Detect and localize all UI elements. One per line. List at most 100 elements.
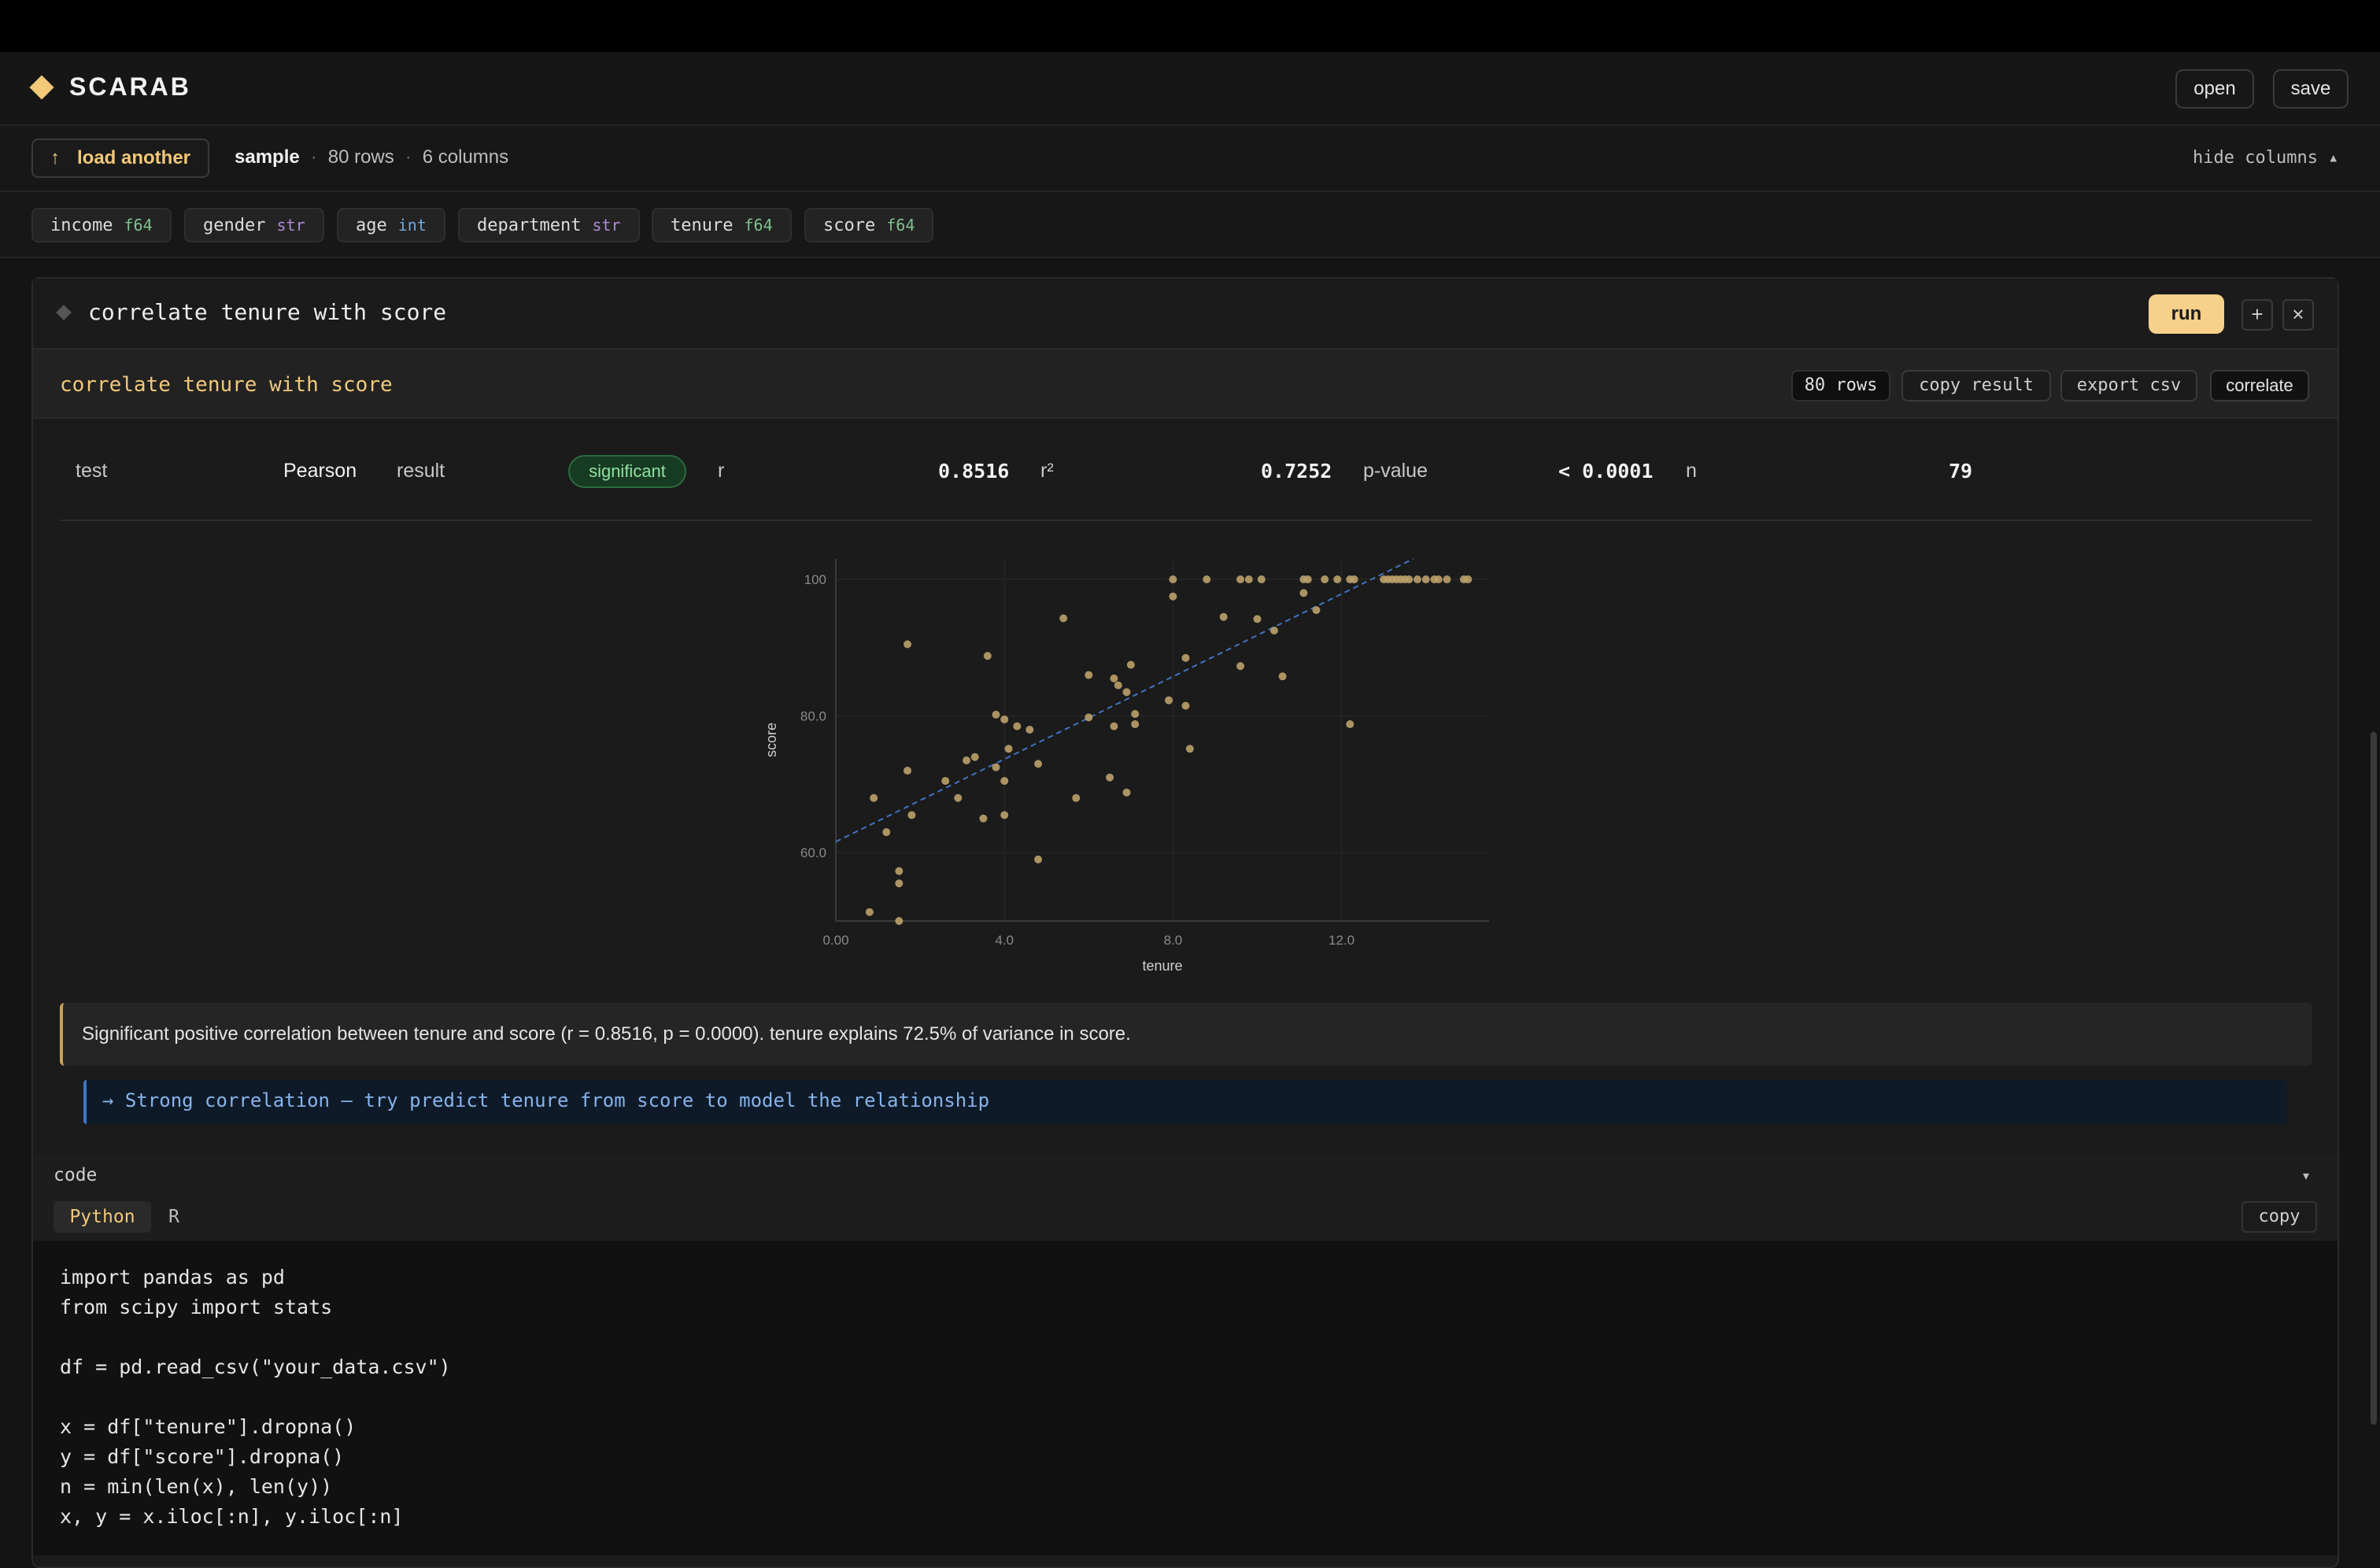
column-chip-age[interactable]: age int <box>337 208 445 242</box>
scatter-point <box>1085 671 1093 679</box>
column-chip-score[interactable]: score f64 <box>804 208 934 242</box>
scatter-point <box>1131 720 1140 729</box>
column-type: str <box>276 216 305 235</box>
y-axis-label: score <box>763 723 779 757</box>
scatter-point <box>904 767 912 775</box>
stat-r2-value: 0.7252 <box>1261 460 1332 483</box>
stat-n-label: n <box>1686 460 1697 482</box>
tab-python[interactable]: Python <box>54 1201 151 1233</box>
dataset-columns: 6 columns <box>422 146 509 168</box>
scatter-point <box>1405 575 1414 584</box>
export-csv-button[interactable]: export csv <box>2060 370 2197 401</box>
x-tick-label: 4.0 <box>995 933 1014 948</box>
divider <box>60 520 2312 521</box>
scatter-point <box>1034 760 1043 768</box>
scatter-point <box>1122 688 1131 697</box>
scatter-point <box>1321 575 1329 584</box>
scatter-point <box>992 710 1000 719</box>
scatter-point <box>1413 575 1421 584</box>
suggestion-text[interactable]: → Strong correlation — try predict tenur… <box>102 1089 989 1111</box>
close-cell-icon[interactable]: × <box>2282 299 2314 331</box>
separator: · <box>405 146 412 168</box>
code-toggle-label[interactable]: code <box>54 1165 97 1185</box>
scatter-point <box>963 756 970 765</box>
scatter-point <box>1312 606 1321 615</box>
scatter-point <box>992 763 1000 771</box>
dataset-info: sample · 80 rows · 6 columns <box>235 146 508 168</box>
cell-query-input[interactable]: correlate tenure with score <box>88 299 446 325</box>
scatter-point <box>1131 710 1140 719</box>
scatter-point <box>1034 855 1043 864</box>
scatter-point <box>870 793 878 802</box>
copy-result-button[interactable]: copy result <box>1901 370 2051 401</box>
x-tick-labels: 0.00 4.0 8.0 12.0 <box>822 933 1354 948</box>
column-name: age <box>356 216 387 235</box>
column-type: str <box>592 216 621 235</box>
method-badge: correlate <box>2210 370 2309 401</box>
code-text: import pandas as pd from scipy import st… <box>60 1266 451 1528</box>
stat-pvalue-value: < 0.0001 <box>1558 460 1654 483</box>
scatter-point <box>895 879 904 888</box>
scatter-point <box>1110 674 1118 682</box>
stat-r-label: r <box>718 460 725 482</box>
column-chip-department[interactable]: department str <box>458 208 640 242</box>
scatter-point <box>1013 722 1022 730</box>
scatter-point <box>1114 681 1122 690</box>
scrollbar[interactable] <box>2371 732 2377 1425</box>
stat-test-value: Pearson <box>283 460 357 482</box>
chevron-down-icon[interactable]: ▾ <box>2303 1168 2309 1184</box>
scatter-points <box>865 575 1473 925</box>
top-bar <box>0 0 2380 52</box>
scatter-point <box>1253 615 1262 623</box>
scatter-point <box>1072 793 1081 802</box>
copy-code-button[interactable]: copy <box>2241 1201 2317 1233</box>
scatter-point <box>882 828 891 837</box>
scatter-point <box>1464 575 1473 584</box>
scatter-point <box>1169 575 1177 584</box>
scatter-point <box>1169 592 1177 601</box>
scatter-point <box>1236 575 1245 584</box>
scatter-point <box>1278 672 1287 681</box>
result-title: correlate tenure with score <box>60 373 393 397</box>
column-type: int <box>397 216 427 235</box>
x-tick-label: 0.00 <box>822 933 848 948</box>
column-type: f64 <box>886 216 915 235</box>
scatter-point <box>1219 612 1228 621</box>
scatter-point <box>1269 627 1278 635</box>
stat-test-label: test <box>76 460 108 482</box>
run-button[interactable]: run <box>2149 294 2224 334</box>
y-tick-labels: 60.0 80.0 100 <box>800 572 826 860</box>
save-button[interactable]: save <box>2273 69 2349 109</box>
scatter-point <box>1126 660 1135 669</box>
tab-r[interactable]: R <box>162 1201 186 1233</box>
column-chip-tenure[interactable]: tenure f64 <box>652 208 792 242</box>
y-tick-label: 100 <box>804 572 826 587</box>
load-another-label: load another <box>77 147 191 168</box>
load-another-button[interactable]: ↑ load another <box>31 139 209 178</box>
column-type: f64 <box>124 216 153 235</box>
dataset-rows: 80 rows <box>327 146 394 168</box>
scatter-point <box>895 867 904 875</box>
separator: · <box>310 146 317 168</box>
add-cell-icon[interactable]: + <box>2241 299 2273 331</box>
column-chip-income[interactable]: income f64 <box>31 208 172 242</box>
column-chip-gender[interactable]: gender str <box>184 208 324 242</box>
y-tick-label: 80.0 <box>800 709 826 724</box>
stat-n-value: 79 <box>1949 460 1973 483</box>
scatter-point <box>941 777 950 786</box>
scatter-point <box>983 652 992 660</box>
scatter-point <box>1110 722 1118 730</box>
chart-grid <box>835 559 1489 921</box>
scatter-point <box>1059 614 1068 623</box>
column-name: department <box>477 216 582 235</box>
scatter-point <box>1421 575 1430 584</box>
scatter-point <box>970 753 979 761</box>
scatter-point <box>954 793 963 802</box>
scatter-point <box>904 640 912 649</box>
scatter-point <box>1181 653 1190 662</box>
hide-columns-toggle[interactable]: hide columns ▴ <box>2193 148 2338 168</box>
x-axis-label: tenure <box>1142 958 1182 974</box>
open-button[interactable]: open <box>2175 69 2254 109</box>
app-header <box>0 52 2380 126</box>
scatter-point <box>1203 575 1211 584</box>
